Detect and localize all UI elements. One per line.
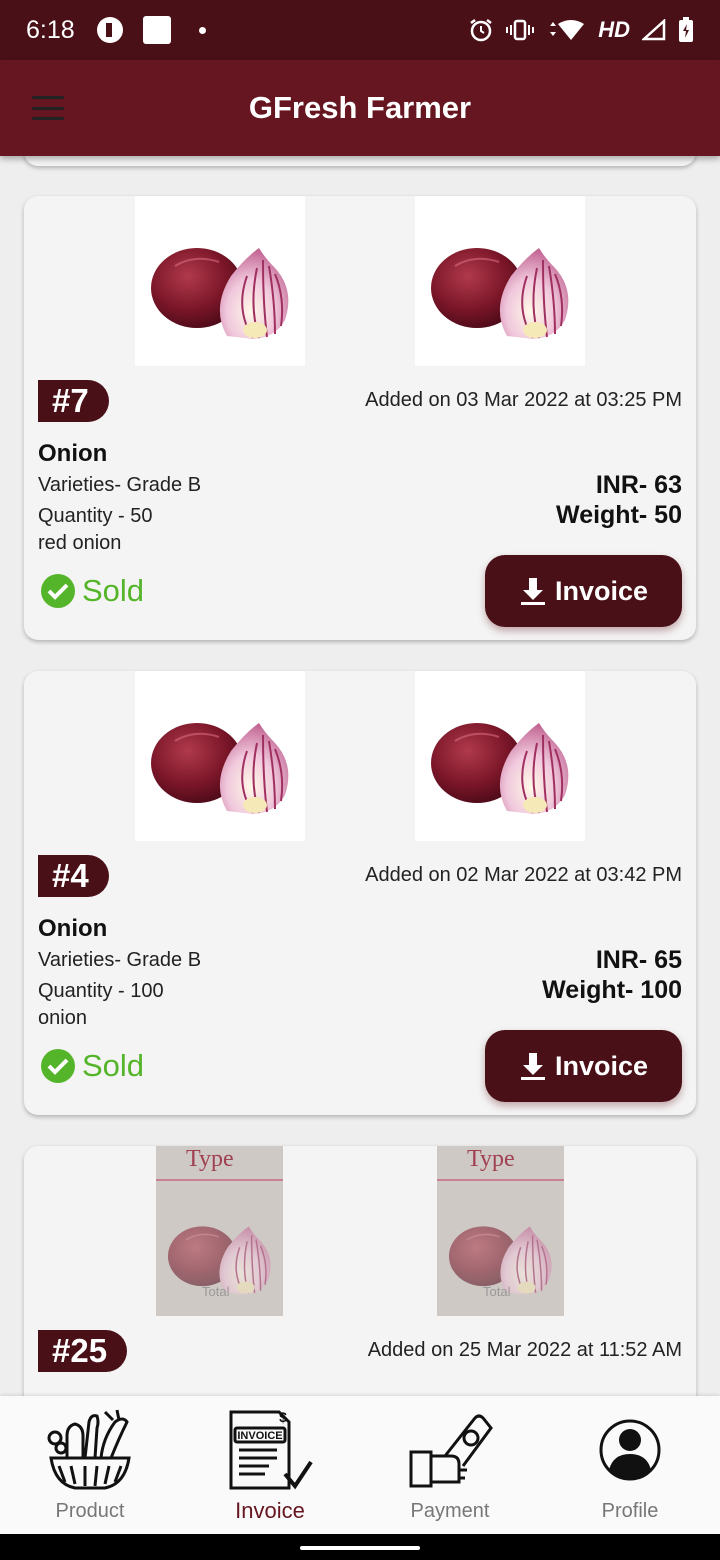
status-time: 6:18 [26, 15, 75, 44]
product-quantity: Quantity - 50 [38, 505, 153, 527]
product-weight: Weight- 100 [542, 976, 682, 1004]
wifi-icon [550, 20, 585, 40]
invoice-document-icon: INVOICE $ [229, 1409, 313, 1490]
product-id-badge: #7 [38, 380, 109, 422]
product-image[interactable] [135, 196, 305, 366]
sold-status: Sold [40, 573, 144, 609]
product-variety: Varieties- Grade B [38, 949, 202, 971]
sold-status: Sold [40, 1048, 144, 1084]
dot-icon [198, 26, 206, 34]
hamburger-menu-icon[interactable] [32, 96, 64, 120]
status-bar: 6:18 HD [0, 0, 720, 60]
product-image[interactable]: Type Total [437, 1146, 564, 1316]
invoice-button-label: Invoice [554, 575, 649, 606]
vegetable-basket-icon [47, 1409, 131, 1490]
product-image[interactable] [135, 671, 305, 841]
payment-hand-icon [409, 1414, 493, 1488]
sold-label: Sold [82, 573, 145, 608]
check-circle-icon [41, 1049, 75, 1083]
vibrate-icon [506, 19, 535, 41]
product-description: red onion [38, 532, 122, 554]
nav-item-payment[interactable]: Payment [360, 1396, 540, 1534]
app-notification-icon [96, 17, 123, 43]
nav-label: Profile [601, 1500, 659, 1522]
download-icon [520, 1053, 545, 1080]
network-type: HD [598, 17, 630, 42]
square-notification-icon [142, 16, 171, 44]
previous-card [24, 156, 696, 166]
bottom-navigation: Product INVOICE $ Invoice Payment Profil… [0, 1396, 720, 1534]
nav-label: Invoice [235, 1498, 305, 1523]
photo-subcaption: Total [202, 1284, 230, 1299]
product-image[interactable] [415, 196, 585, 366]
profile-user-icon [599, 1419, 661, 1481]
battery-icon [679, 17, 693, 42]
home-gesture-handle[interactable] [300, 1546, 420, 1550]
alarm-icon [470, 19, 492, 42]
product-name: Onion [38, 440, 108, 467]
product-quantity: Quantity - 100 [38, 980, 164, 1002]
product-card: Type Total Type Total #25 Added on 25 Ma… [24, 1146, 696, 1396]
product-description: onion [38, 1007, 87, 1029]
product-price: INR- 65 [595, 946, 682, 974]
svg-text:$: $ [279, 1409, 287, 1425]
product-list[interactable]: #7 Added on 03 Mar 2022 at 03:25 PM Onio… [0, 156, 720, 1396]
nav-label: Payment [410, 1500, 490, 1522]
product-image[interactable] [415, 671, 585, 841]
system-gesture-bar [0, 1534, 720, 1560]
nav-label: Product [55, 1500, 125, 1522]
svg-text:INVOICE: INVOICE [237, 1430, 282, 1442]
check-circle-icon [41, 574, 75, 608]
product-name: Onion [38, 915, 108, 942]
product-variety: Varieties- Grade B [38, 474, 202, 496]
product-weight: Weight- 50 [556, 501, 682, 529]
added-date: Added on 02 Mar 2022 at 03:42 PM [365, 864, 682, 886]
app-title: GFresh Farmer [248, 90, 472, 125]
product-price: INR- 63 [595, 471, 682, 499]
download-icon [520, 578, 545, 605]
product-id-badge: #4 [38, 855, 109, 897]
product-card: #7 Added on 03 Mar 2022 at 03:25 PM Onio… [24, 196, 696, 640]
product-images [24, 671, 696, 841]
added-date: Added on 25 Mar 2022 at 11:52 AM [367, 1339, 682, 1361]
product-card: #4 Added on 02 Mar 2022 at 03:42 PM Onio… [24, 671, 696, 1115]
nav-item-invoice[interactable]: INVOICE $ Invoice [180, 1396, 360, 1534]
invoice-download-button[interactable]: Invoice [485, 1030, 682, 1102]
product-images [24, 196, 696, 366]
nav-item-product[interactable]: Product [0, 1396, 180, 1534]
product-id-badge: #25 [38, 1330, 128, 1372]
signal-icon [642, 19, 666, 41]
nav-item-profile[interactable]: Profile [540, 1396, 720, 1534]
photo-subcaption: Total [483, 1284, 511, 1299]
sold-label: Sold [82, 1048, 145, 1083]
invoice-button-label: Invoice [554, 1050, 649, 1081]
added-date: Added on 03 Mar 2022 at 03:25 PM [365, 389, 682, 411]
product-image[interactable]: Type Total [156, 1146, 283, 1316]
app-bar: GFresh Farmer [0, 60, 720, 156]
product-images: Type Total Type Total [24, 1146, 696, 1316]
invoice-download-button[interactable]: Invoice [485, 555, 682, 627]
